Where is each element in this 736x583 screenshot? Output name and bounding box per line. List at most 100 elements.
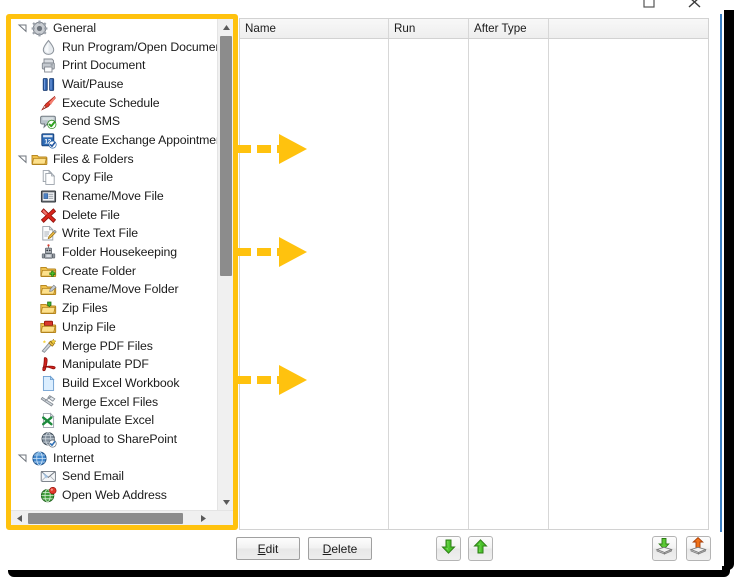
scroll-left-icon[interactable] (11, 511, 27, 525)
tree-item-send-email[interactable]: Send Email (11, 468, 217, 487)
send-sms-icon (40, 113, 57, 130)
grid-body[interactable] (240, 39, 708, 529)
grid-column-header-name[interactable]: Name (240, 19, 389, 38)
grid-column-header-run[interactable]: Run (389, 19, 469, 38)
maximize-icon[interactable] (636, 0, 662, 10)
scroll-right-icon[interactable] (195, 511, 211, 525)
tree-item-label: Send SMS (62, 114, 120, 129)
export-button[interactable] (686, 536, 711, 561)
tree-item-manipulate-pdf[interactable]: Manipulate PDF (11, 355, 217, 374)
task-type-tree[interactable]: General Run Program/Open Document Print Do… (11, 19, 233, 525)
grid-column-body-name[interactable] (240, 39, 389, 529)
tree-vertical-scrollbar[interactable] (217, 19, 233, 510)
tree-item-print-document[interactable]: Print Document (11, 56, 217, 75)
tree-horizontal-scroll-thumb[interactable] (28, 513, 183, 524)
tree-item-send-sms[interactable]: Send SMS (11, 112, 217, 131)
tree-item-merge-excel-files[interactable]: Merge Excel Files (11, 393, 217, 412)
tree-group-label: Files & Folders (53, 151, 134, 166)
build-excel-workbook-icon (40, 375, 57, 392)
expander-collapse-icon[interactable] (17, 153, 30, 166)
robot-icon (40, 244, 57, 261)
tree-item-rename-move-file[interactable]: Rename/Move File (11, 187, 217, 206)
annotation-arrow-2 (237, 231, 309, 275)
send-email-icon (40, 468, 57, 485)
tree-item-upload-to-sharepoint[interactable]: Upload to SharePoint (11, 430, 217, 449)
tree-item-rename-move-folder[interactable]: Rename/Move Folder (11, 281, 217, 300)
tree-item-build-excel-workbook[interactable]: Build Excel Workbook (11, 374, 217, 393)
close-icon[interactable] (682, 0, 708, 10)
delete-button-label: elete (331, 541, 358, 556)
tree-item-label: Execute Schedule (62, 95, 160, 110)
globe-icon (31, 450, 48, 467)
edit-button[interactable]: Edit (236, 537, 300, 560)
annotation-arrow-3 (237, 359, 309, 403)
tree-item-merge-pdf-files[interactable]: Merge PDF Files (11, 337, 217, 356)
manipulate-excel-icon (40, 412, 57, 429)
execute-schedule-icon (40, 95, 57, 112)
tree-item-wait-pause[interactable]: Wait/Pause (11, 75, 217, 94)
move-down-button[interactable] (436, 536, 461, 561)
tree-item-label: Rename/Move Folder (62, 282, 179, 297)
edit-button-label: dit (265, 541, 279, 556)
tree-vertical-scroll-thumb[interactable] (220, 36, 232, 276)
write-text-file-icon (40, 225, 57, 242)
scroll-down-icon[interactable] (218, 494, 233, 510)
grid-column-body-blank[interactable] (549, 39, 708, 529)
tree-item-run-program-open-document[interactable]: Run Program/Open Document (11, 38, 217, 57)
annotation-arrow-1 (237, 128, 309, 172)
bottom-toolbar: Edit Delete (0, 532, 722, 570)
tree-item-manipulate-excel[interactable]: Manipulate Excel (11, 411, 217, 430)
move-up-button[interactable] (468, 536, 493, 561)
tree-item-label: Manipulate PDF (62, 357, 149, 372)
tree-item-folder-housekeeping[interactable]: Folder Housekeeping (11, 243, 217, 262)
rename-move-folder-icon (40, 281, 57, 298)
delete-file-icon (40, 207, 57, 224)
tree-group-general[interactable]: General (11, 19, 217, 38)
tree-group-files-folders[interactable]: Files & Folders (11, 150, 217, 169)
grid-column-header-blank[interactable] (549, 19, 708, 38)
expander-collapse-icon[interactable] (17, 22, 30, 35)
scroll-up-icon[interactable] (218, 19, 233, 35)
grid-column-body-after-type[interactable] (469, 39, 549, 529)
tree-item-copy-file[interactable]: Copy File (11, 169, 217, 188)
tree-group-internet[interactable]: Internet (11, 449, 217, 468)
copy-file-icon (40, 169, 57, 186)
tree-item-label: Delete File (62, 207, 120, 222)
zip-files-icon (40, 300, 57, 317)
run-program-icon (40, 39, 57, 56)
tree-scroll-view[interactable]: General Run Program/Open Document Print Do… (11, 19, 217, 510)
tree-item-unzip-file[interactable]: Unzip File (11, 318, 217, 337)
tree-item-label: Folder Housekeeping (62, 245, 177, 260)
tree-item-label: Open Web Address (62, 488, 167, 503)
tree-item-delete-file[interactable]: Delete File (11, 206, 217, 225)
delete-button-mnemonic: D (322, 541, 332, 556)
tree-item-label: Unzip File (62, 319, 116, 334)
tree-item-create-folder[interactable]: Create Folder (11, 262, 217, 281)
tree-item-write-text-file[interactable]: Write Text File (11, 225, 217, 244)
open-web-address-icon (40, 487, 57, 504)
tree-item-label: Create Folder (62, 263, 136, 278)
task-list-grid[interactable]: Name Run After Type (239, 18, 709, 530)
import-button[interactable] (652, 536, 677, 561)
window-shadow-right (724, 10, 734, 570)
arrow-up-icon (472, 538, 489, 560)
tree-item-create-exchange-appointment[interactable]: 12 Create Exchange Appointment (11, 131, 217, 150)
gear-icon (31, 20, 48, 37)
tree-item-label: Create Exchange Appointment (62, 132, 217, 147)
tree-horizontal-scrollbar[interactable] (11, 510, 233, 525)
tree-item-label: Manipulate Excel (62, 413, 155, 428)
tree-group-label: Internet (53, 450, 94, 465)
tree-item-zip-files[interactable]: Zip Files (11, 299, 217, 318)
delete-button[interactable]: Delete (308, 537, 372, 560)
title-bar (0, 0, 722, 14)
tree-item-open-web-address[interactable]: Open Web Address (11, 486, 217, 505)
grid-column-header-after-type[interactable]: After Type (469, 19, 549, 38)
tree-item-label: Send Email (62, 469, 124, 484)
grid-column-body-run[interactable] (389, 39, 469, 529)
tree-item-execute-schedule[interactable]: Execute Schedule (11, 94, 217, 113)
pdf-icon (40, 356, 57, 373)
folder-icon (31, 151, 48, 168)
screenshot-root: General Run Program/Open Document Print Do… (0, 0, 736, 583)
tree-group-label: General (53, 20, 97, 35)
expander-collapse-icon[interactable] (17, 452, 30, 465)
